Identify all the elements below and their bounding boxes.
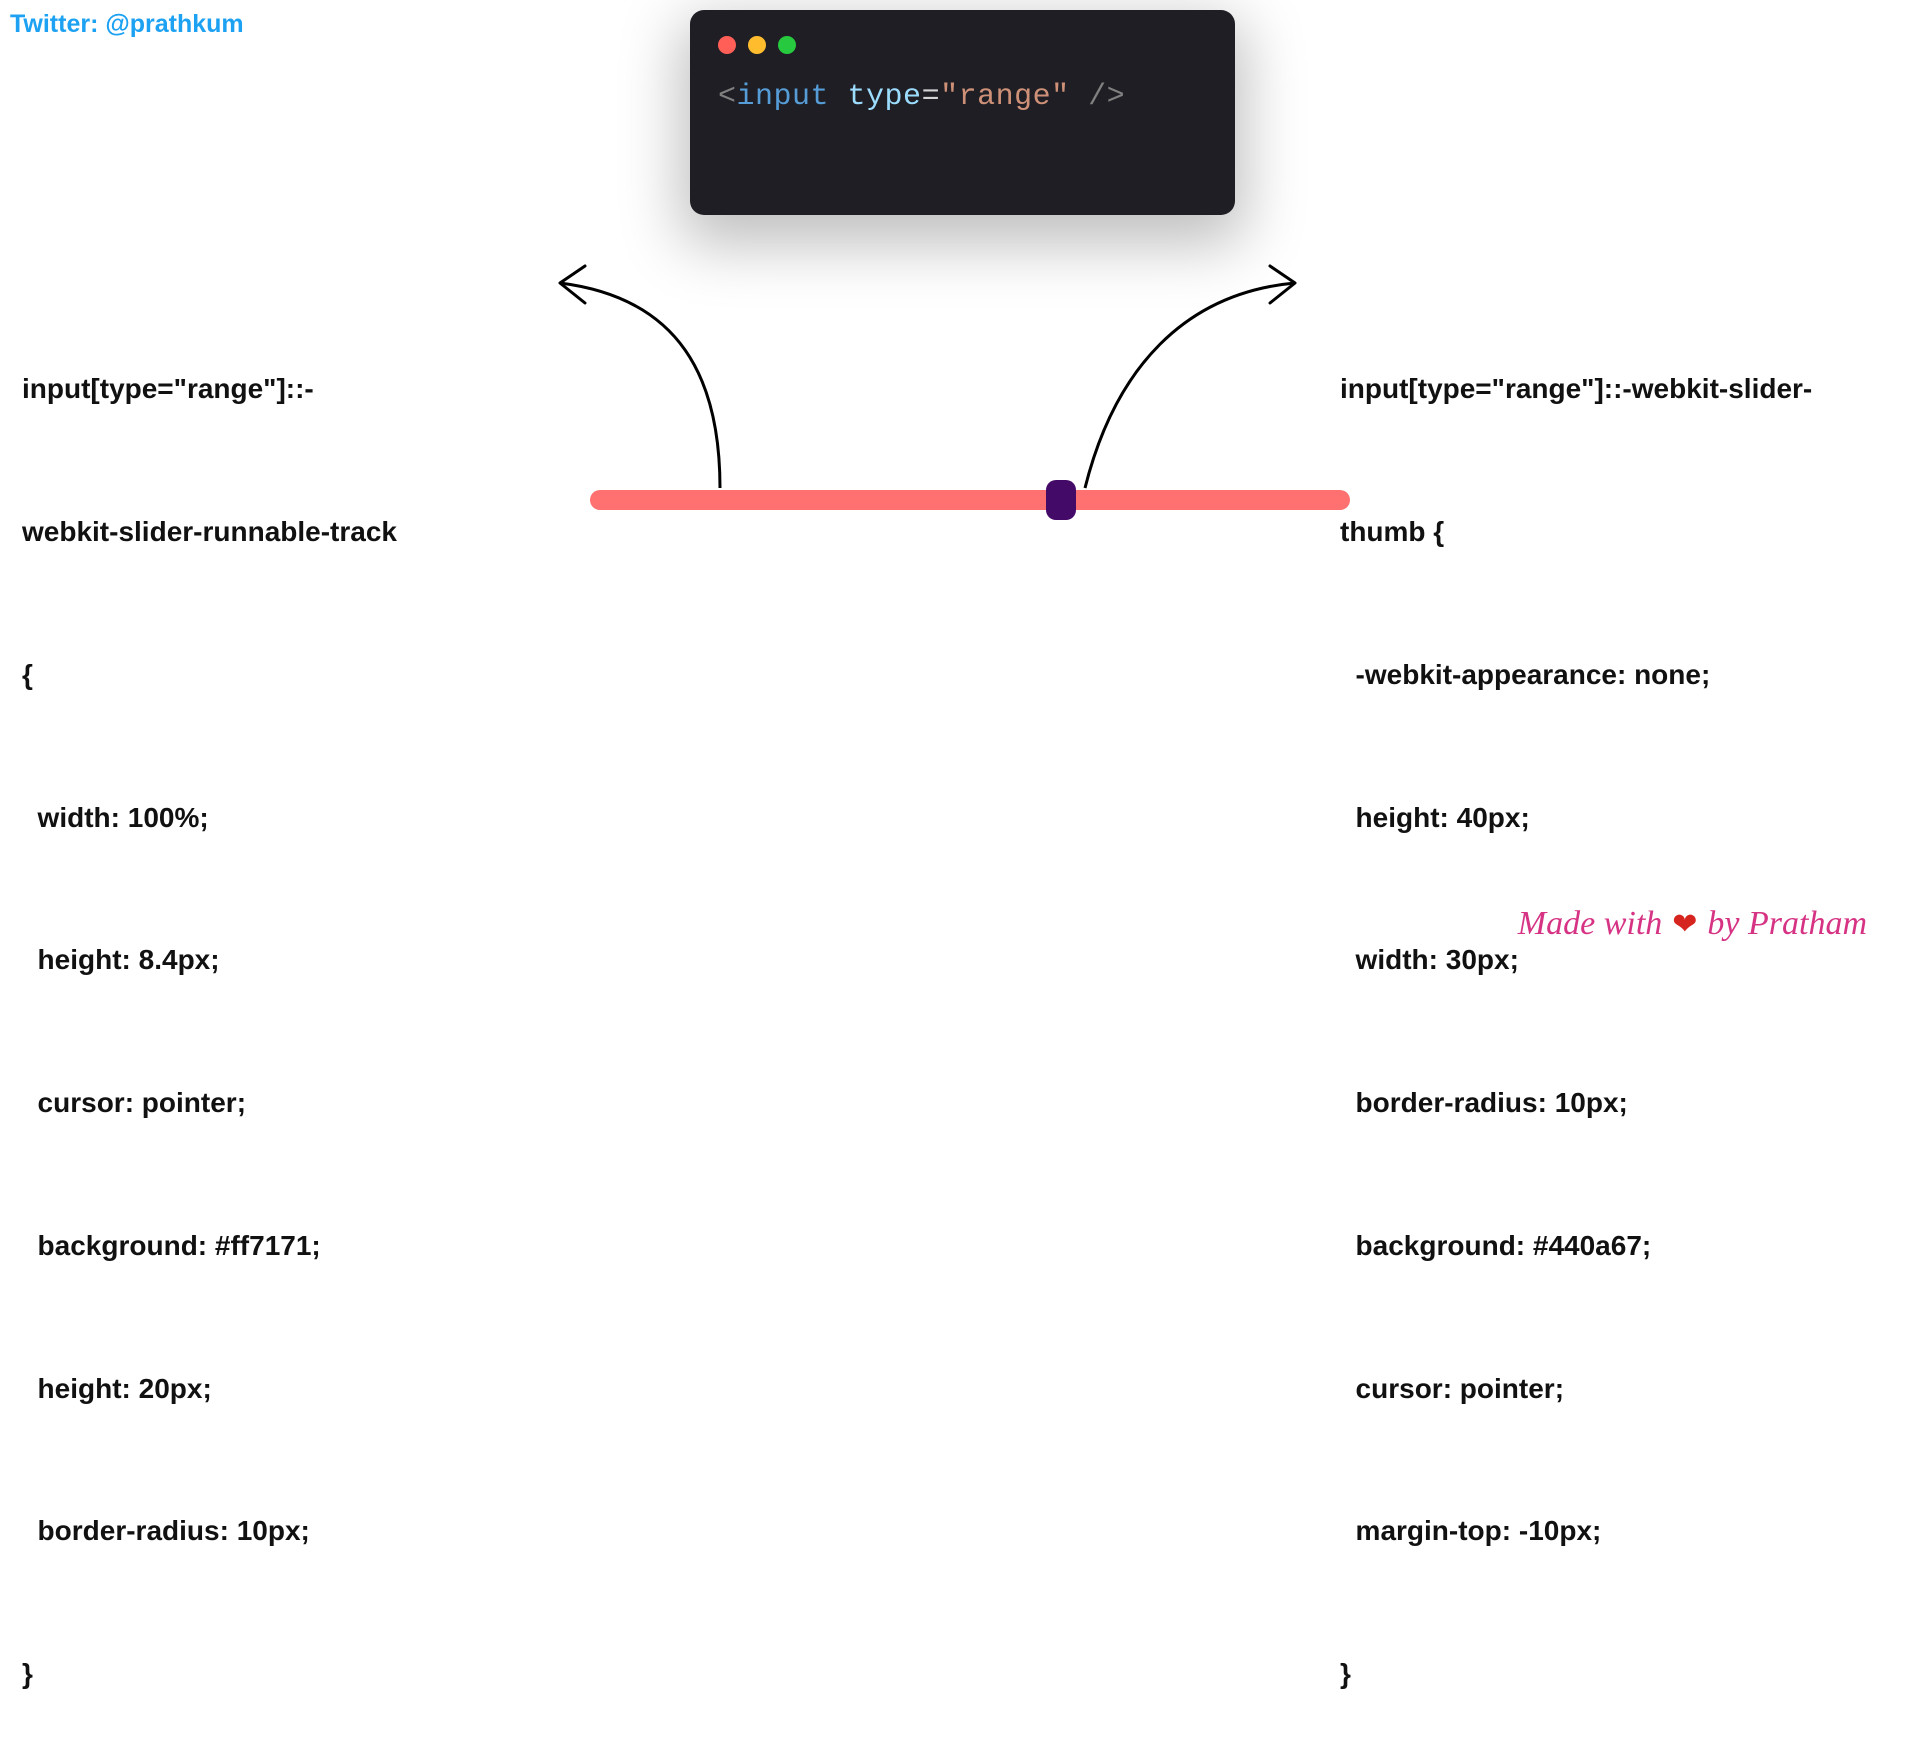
arrow-right-icon	[1065, 258, 1325, 498]
css-line: cursor: pointer;	[1340, 1365, 1900, 1413]
footer-credit: Made with ❤ by Pratham	[1518, 905, 1867, 943]
css-line: -webkit-appearance: none;	[1340, 651, 1900, 699]
css-line: border-radius: 10px;	[22, 1507, 452, 1555]
twitter-handle: Twitter: @prathkum	[10, 10, 244, 39]
css-line: }	[22, 1650, 452, 1698]
angle-open: <	[718, 80, 737, 114]
footer-prefix: Made with	[1518, 905, 1662, 943]
css-line: }	[1340, 1650, 1900, 1698]
window-dots	[718, 36, 1207, 54]
slider-thumb[interactable]	[1046, 480, 1076, 520]
code-window: <input type="range" />	[690, 10, 1235, 215]
range-slider-demo[interactable]	[590, 480, 1350, 520]
css-track-block: input[type="range"]::- webkit-slider-run…	[22, 270, 452, 1745]
css-line: border-radius: 10px;	[1340, 1079, 1900, 1127]
attr-value: "range"	[940, 80, 1070, 114]
heart-icon: ❤	[1672, 907, 1697, 942]
attr-name: type	[848, 80, 922, 114]
css-line: input[type="range"]::-	[22, 365, 452, 413]
self-close: />	[1070, 80, 1126, 114]
css-line: thumb {	[1340, 508, 1900, 556]
css-line: height: 20px;	[22, 1365, 452, 1413]
zoom-dot-icon	[778, 36, 796, 54]
css-line: margin-top: -10px;	[1340, 1507, 1900, 1555]
css-line: height: 40px;	[1340, 794, 1900, 842]
css-line: background: #440a67;	[1340, 1222, 1900, 1270]
arrow-left-icon	[530, 258, 750, 498]
css-line: background: #ff7171;	[22, 1222, 452, 1270]
code-snippet: <input type="range" />	[718, 80, 1207, 114]
minimize-dot-icon	[748, 36, 766, 54]
close-dot-icon	[718, 36, 736, 54]
css-line: webkit-slider-runnable-track	[22, 508, 452, 556]
eq-sign: =	[922, 80, 941, 114]
css-thumb-block: input[type="range"]::-webkit-slider- thu…	[1340, 270, 1900, 1745]
css-line: width: 30px;	[1340, 936, 1900, 984]
slider-runnable-track	[590, 490, 1350, 510]
css-line: input[type="range"]::-webkit-slider-	[1340, 365, 1900, 413]
css-line: height: 8.4px;	[22, 936, 452, 984]
footer-suffix: by Pratham	[1707, 905, 1867, 943]
tag-name: input	[737, 80, 830, 114]
css-line: width: 100%;	[22, 794, 452, 842]
css-line: {	[22, 651, 452, 699]
css-line: cursor: pointer;	[22, 1079, 452, 1127]
